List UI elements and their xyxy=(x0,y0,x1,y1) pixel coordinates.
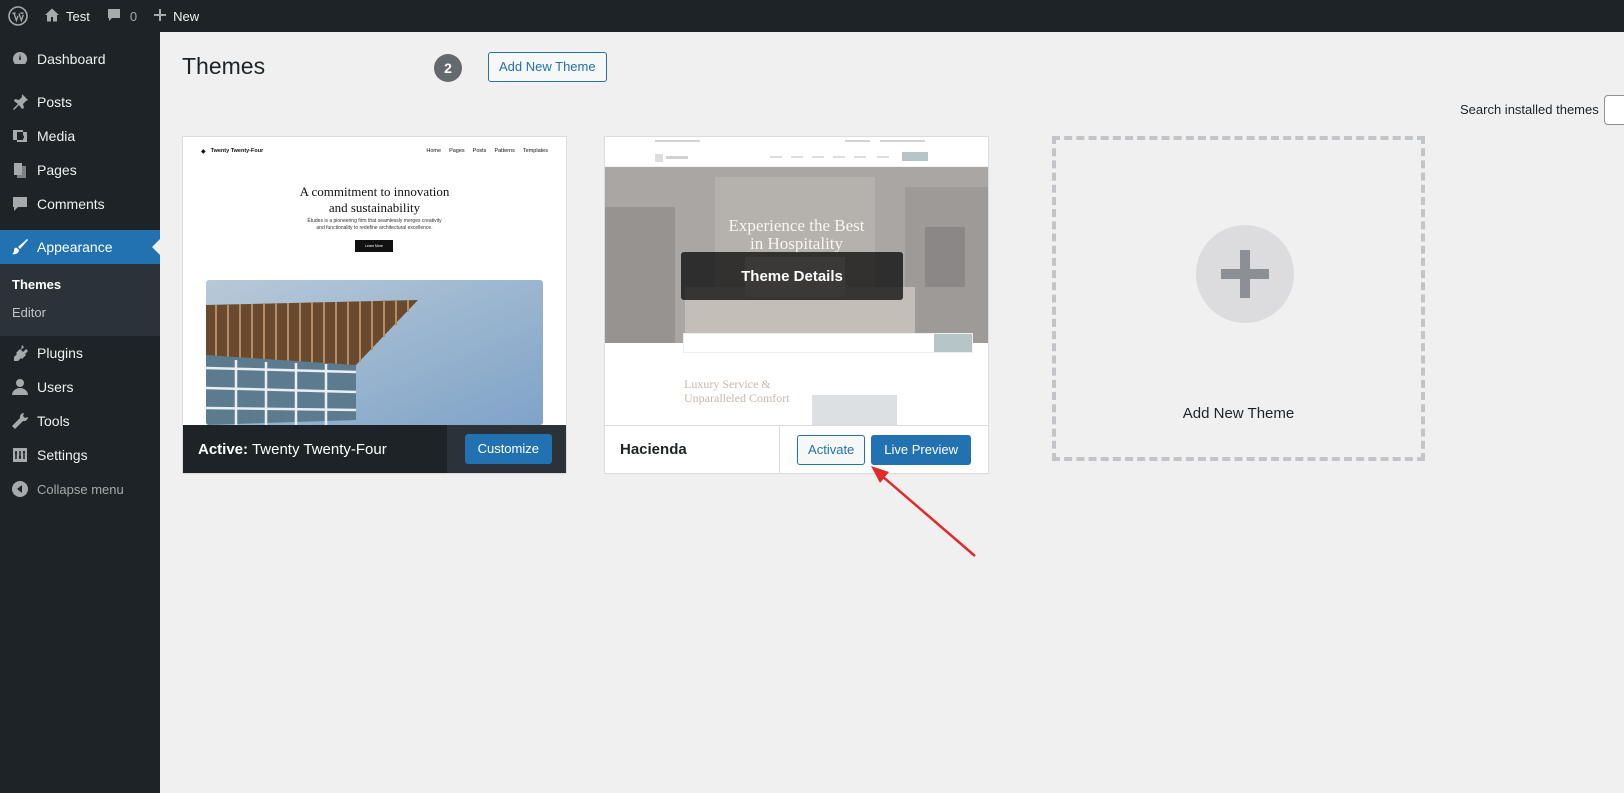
preview-nav-item: Templates xyxy=(522,148,548,154)
live-preview-button[interactable]: Live Preview xyxy=(871,434,971,465)
user-icon xyxy=(10,377,30,397)
sidebar-item-label: Plugins xyxy=(37,345,83,361)
sidebar-item-posts[interactable]: Posts xyxy=(0,85,160,119)
theme-card-twenty-twenty-four[interactable]: ◆ Twenty Twenty-Four Home Pages Posts Pa… xyxy=(182,136,567,474)
sidebar-item-users[interactable]: Users xyxy=(0,370,160,404)
theme-active-bar: Active: Twenty Twenty-Four Customize xyxy=(183,425,566,473)
site-name: Test xyxy=(66,8,90,24)
sidebar-item-label: Media xyxy=(37,128,76,144)
sidebar-item-label: Users xyxy=(37,379,74,395)
sidebar-item-pages[interactable]: Pages xyxy=(0,153,160,187)
sidebar-item-media[interactable]: Media xyxy=(0,119,160,153)
pin-icon xyxy=(10,92,30,112)
theme-actions: Activate Live Preview xyxy=(779,426,988,473)
sidebar-item-label: Posts xyxy=(37,94,73,110)
theme-name: Hacienda xyxy=(620,441,687,458)
main-content: Themes 2 Add New Theme Search installed … xyxy=(160,32,1624,793)
page-title: Themes xyxy=(182,53,266,79)
wordpress-logo-icon[interactable] xyxy=(0,0,36,32)
collapse-menu-label: Collapse menu xyxy=(37,481,124,497)
wrench-icon xyxy=(10,411,30,431)
new-content-link[interactable]: New xyxy=(145,0,207,32)
sidebar-item-label: Dashboard xyxy=(37,51,106,67)
preview-nav-item: Home xyxy=(426,148,442,154)
active-theme-name: Active: Twenty Twenty-Four xyxy=(183,441,447,458)
add-new-theme-button[interactable]: Add New Theme xyxy=(488,52,607,82)
preview-body-line: Études is a pioneering firm that seamles… xyxy=(307,218,442,224)
preview-body-line: and functionality to redefine architectu… xyxy=(316,225,433,231)
collapse-arrow-icon xyxy=(10,479,30,499)
theme-inactive-bar: Hacienda Activate Live Preview xyxy=(605,425,988,473)
admin-sidebar: Dashboard Posts Media Pages Comments App… xyxy=(0,32,160,793)
preview-building-image xyxy=(206,280,543,425)
theme-screenshot[interactable]: ◆ Twenty Twenty-Four Home Pages Posts Pa… xyxy=(183,137,566,425)
home-icon xyxy=(44,7,60,26)
sidebar-item-label: Tools xyxy=(37,413,70,429)
comments-link[interactable]: 0 xyxy=(98,0,145,32)
submenu-item-themes[interactable]: Themes xyxy=(0,271,160,299)
sidebar-item-appearance[interactable]: Appearance xyxy=(0,230,160,264)
comment-icon xyxy=(10,194,30,214)
settings-icon xyxy=(10,445,30,465)
submenu-item-editor[interactable]: Editor xyxy=(0,299,160,327)
sidebar-item-comments[interactable]: Comments xyxy=(0,187,160,221)
sidebar-item-plugins[interactable]: Plugins xyxy=(0,336,160,370)
plugin-icon xyxy=(10,343,30,363)
admin-bar: Test 0 New xyxy=(0,0,1624,32)
preview-button: Learn More xyxy=(355,240,393,252)
search-themes-label: Search installed themes xyxy=(1460,102,1599,117)
theme-actions: Customize xyxy=(446,425,566,473)
sidebar-item-label: Appearance xyxy=(37,239,113,255)
preview-brand: Twenty Twenty-Four xyxy=(210,148,264,154)
media-icon xyxy=(10,126,30,146)
plus-icon xyxy=(153,8,167,25)
sidebar-item-label: Settings xyxy=(37,447,88,463)
theme-name: Twenty Twenty-Four xyxy=(251,440,387,458)
preview-headline: A commitment to innovation and sustainab… xyxy=(183,184,566,216)
preview-headline-line: and sustainability xyxy=(328,200,421,215)
preview-body: Études is a pioneering firm that seamles… xyxy=(293,218,456,232)
appearance-submenu: Themes Editor xyxy=(0,264,160,336)
sidebar-item-dashboard[interactable]: Dashboard xyxy=(0,42,160,76)
theme-count-badge: 2 xyxy=(434,54,462,82)
preview-nav: ◆ Twenty Twenty-Four Home Pages Posts Pa… xyxy=(201,145,548,157)
pages-icon xyxy=(10,160,30,180)
site-name-link[interactable]: Test xyxy=(36,0,98,32)
comment-bubble-icon xyxy=(106,7,122,26)
sidebar-item-label: Pages xyxy=(37,162,77,178)
preview-logo-icon: ◆ xyxy=(201,148,206,155)
dashboard-icon xyxy=(10,49,30,69)
preview-headline-line: A commitment to innovation xyxy=(299,184,450,199)
theme-card-hacienda[interactable]: Experience the Best in Hospitality Luxur… xyxy=(604,136,989,474)
active-prefix: Active: xyxy=(198,440,249,458)
sidebar-item-label: Comments xyxy=(37,196,105,212)
activate-button[interactable]: Activate xyxy=(797,434,866,465)
preview-nav-item: Pages xyxy=(449,148,465,154)
collapse-menu-button[interactable]: Collapse menu xyxy=(0,472,160,506)
theme-details-button[interactable]: Theme Details xyxy=(681,252,903,300)
sidebar-item-tools[interactable]: Tools xyxy=(0,404,160,438)
search-themes-input[interactable] xyxy=(1604,95,1624,125)
new-label: New xyxy=(173,8,200,24)
customize-button[interactable]: Customize xyxy=(464,434,552,464)
preview-nav-item: Patterns xyxy=(494,148,515,154)
add-new-theme-label: Add New Theme xyxy=(1182,405,1295,422)
theme-screenshot[interactable]: Experience the Best in Hospitality Luxur… xyxy=(605,137,988,425)
sidebar-item-settings[interactable]: Settings xyxy=(0,438,160,472)
preview-nav-item: Posts xyxy=(472,148,487,154)
add-theme-plus-icon xyxy=(1196,225,1294,323)
add-new-theme-tile[interactable]: Add New Theme xyxy=(1052,136,1425,461)
comments-count: 0 xyxy=(129,8,138,24)
brush-icon xyxy=(10,237,30,257)
